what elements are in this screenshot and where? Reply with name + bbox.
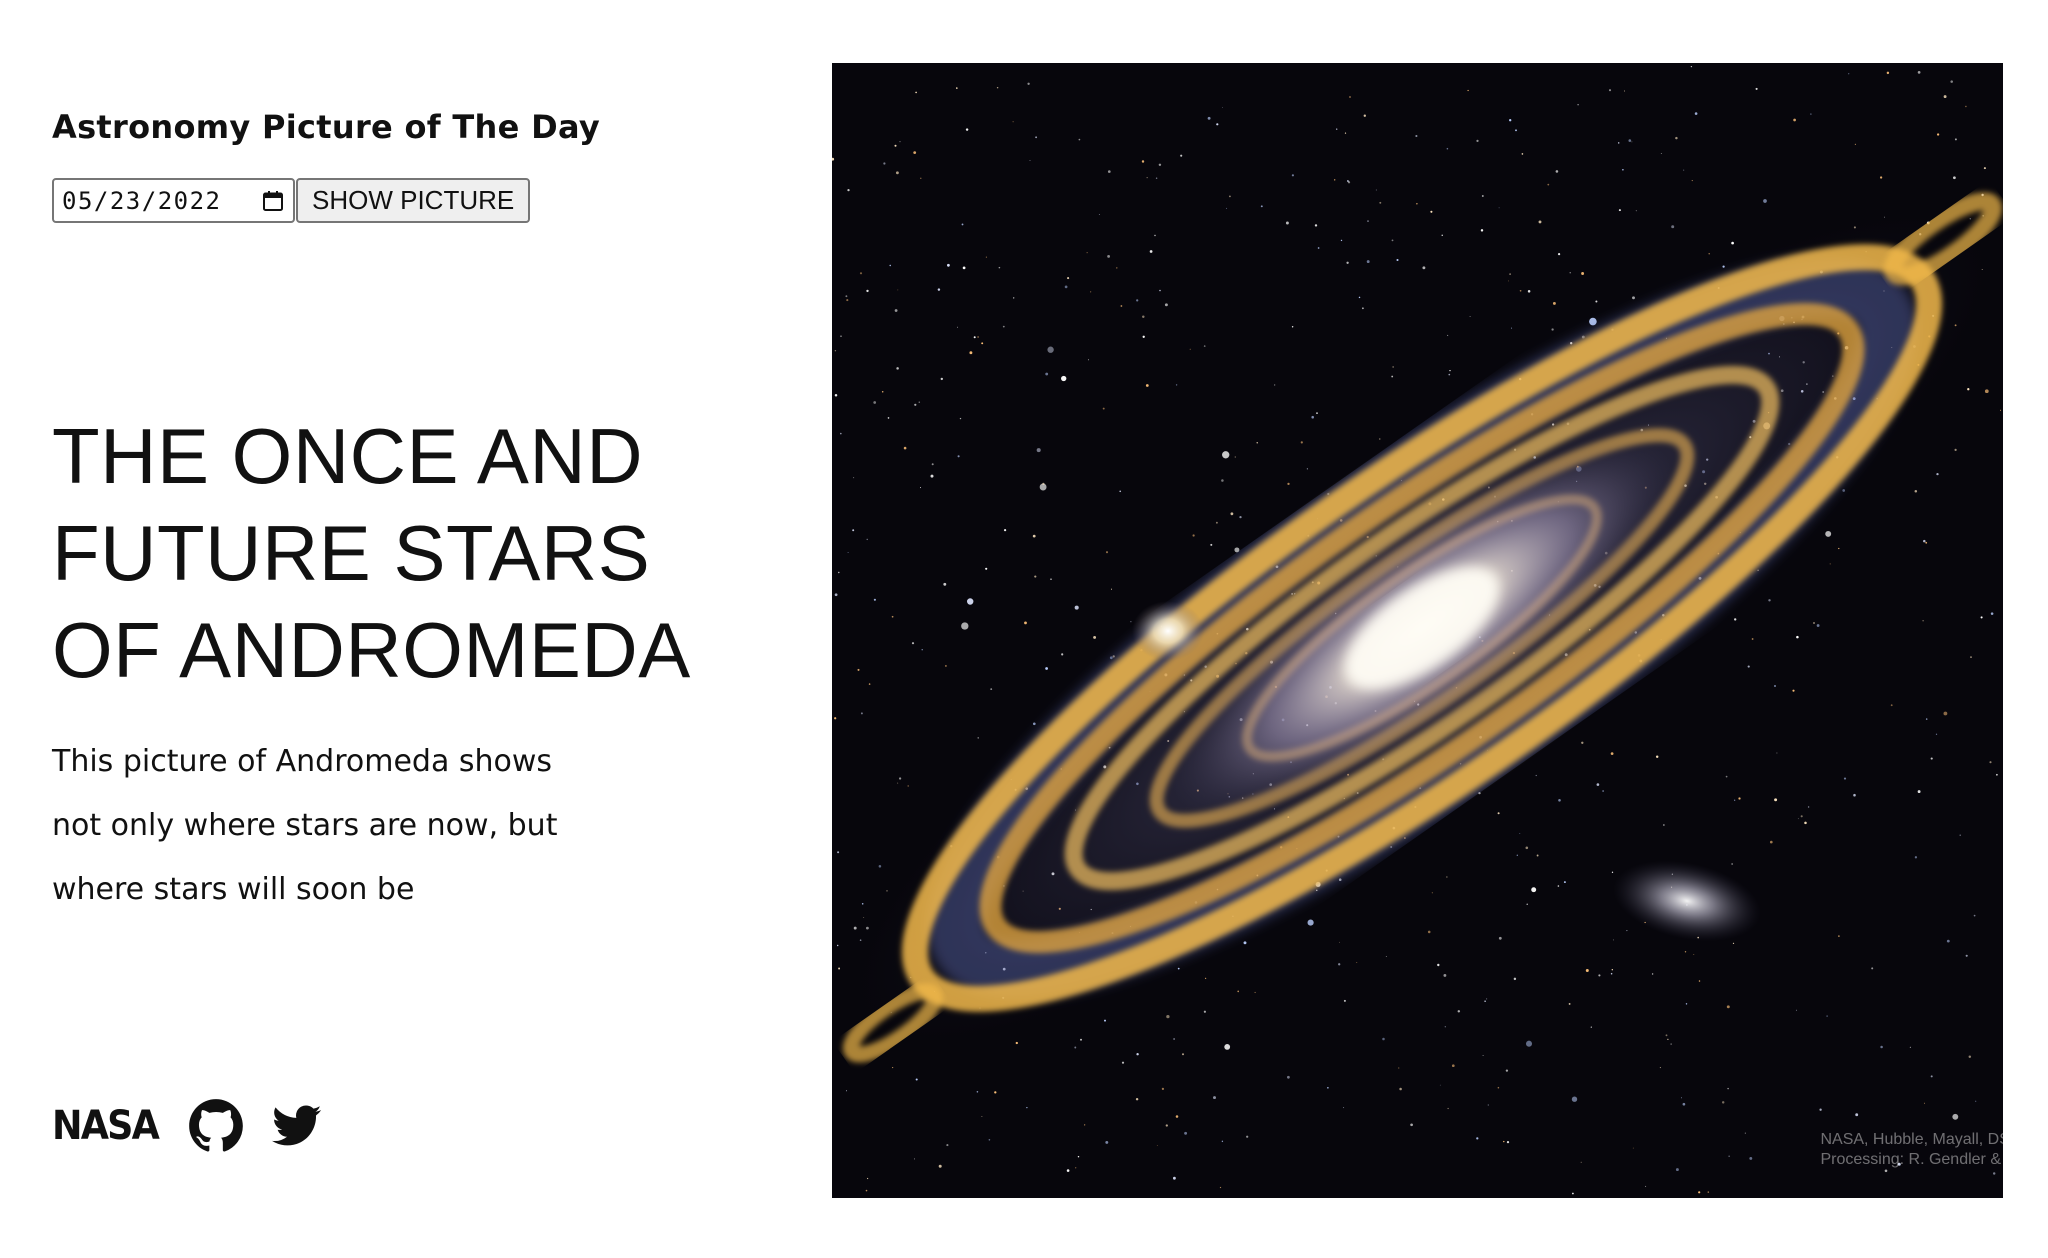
picture-description: This picture of Andromeda shows not only… [52,730,612,922]
show-picture-button[interactable]: SHOW PICTURE [296,178,531,223]
description-line: where stars will soon be [52,872,415,907]
galaxy-image [832,63,2003,1198]
picture-title-line: FUTURE STARS [52,509,651,597]
picture-title-line: THE ONCE AND [52,412,644,500]
nasa-logo: NASA [52,1106,160,1146]
app-title: Astronomy Picture of The Day [52,108,601,146]
description-line: This picture of Andromeda shows [52,744,553,779]
calendar-icon[interactable] [261,189,285,213]
date-input[interactable]: 05/23/2022 [52,178,295,223]
twitter-icon [272,1105,322,1146]
github-link[interactable] [188,1098,244,1154]
github-icon [189,1099,243,1152]
picture-title: THE ONCE AND FUTURE STARS OF ANDROMEDA [52,408,732,699]
date-input-value: 05/23/2022 [62,186,222,215]
image-credit-line: NASA, Hubble, Mayall, DS [1820,1131,2003,1148]
image-credit-line: Processing: R. Gendler & R [1820,1151,2003,1168]
nasa-link[interactable]: NASA [52,1106,160,1146]
twitter-link[interactable] [272,1104,322,1148]
image-credit: NASA, Hubble, Mayall, DS Processing: R. … [1820,1130,2003,1170]
left-panel: Astronomy Picture of The Day 05/23/2022 … [52,0,772,1258]
date-controls: 05/23/2022 SHOW PICTURE [52,178,531,223]
svg-text:NASA: NASA [52,1106,160,1146]
andromeda-picture: NASA, Hubble, Mayall, DS Processing: R. … [832,63,2003,1198]
picture-title-line: OF ANDROMEDA [52,606,691,694]
social-links: NASA [52,1098,350,1154]
description-line: not only where stars are now, but [52,808,558,843]
